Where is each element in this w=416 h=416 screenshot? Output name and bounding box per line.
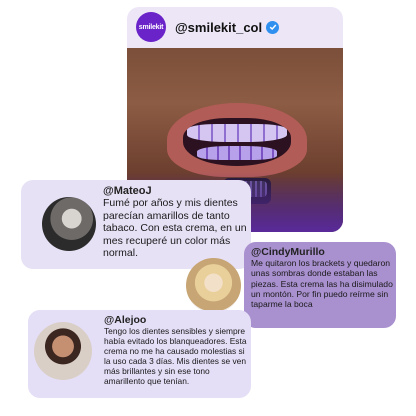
review-card-cindy: @CindyMurillo Me quitaron los brackets y… xyxy=(244,242,396,328)
brand-avatar[interactable]: smilekit xyxy=(136,12,166,42)
verified-badge-icon xyxy=(266,20,280,34)
mouth-shape xyxy=(183,118,291,166)
review-text: Me quitaron los brackets y quedaron unas… xyxy=(251,258,393,310)
review-author[interactable]: @Alejoo xyxy=(104,314,146,326)
upper-teeth xyxy=(187,124,287,142)
review-text: Tengo los dientes sensibles y siempre ha… xyxy=(104,326,247,387)
lower-teeth xyxy=(197,146,277,160)
post-header: smilekit @smilekit_col xyxy=(127,7,343,47)
review-author[interactable]: @CindyMurillo xyxy=(251,246,325,258)
avatar-mateo[interactable] xyxy=(42,197,96,251)
avatar-alejo[interactable] xyxy=(34,322,92,380)
brand-logo-text: smilekit xyxy=(138,23,164,31)
review-text: Fumé por años y mis dientes parecían ama… xyxy=(103,197,247,260)
review-author[interactable]: @MateoJ xyxy=(103,185,152,197)
account-handle[interactable]: @smilekit_col xyxy=(175,20,262,35)
avatar-cindy[interactable] xyxy=(186,258,241,313)
